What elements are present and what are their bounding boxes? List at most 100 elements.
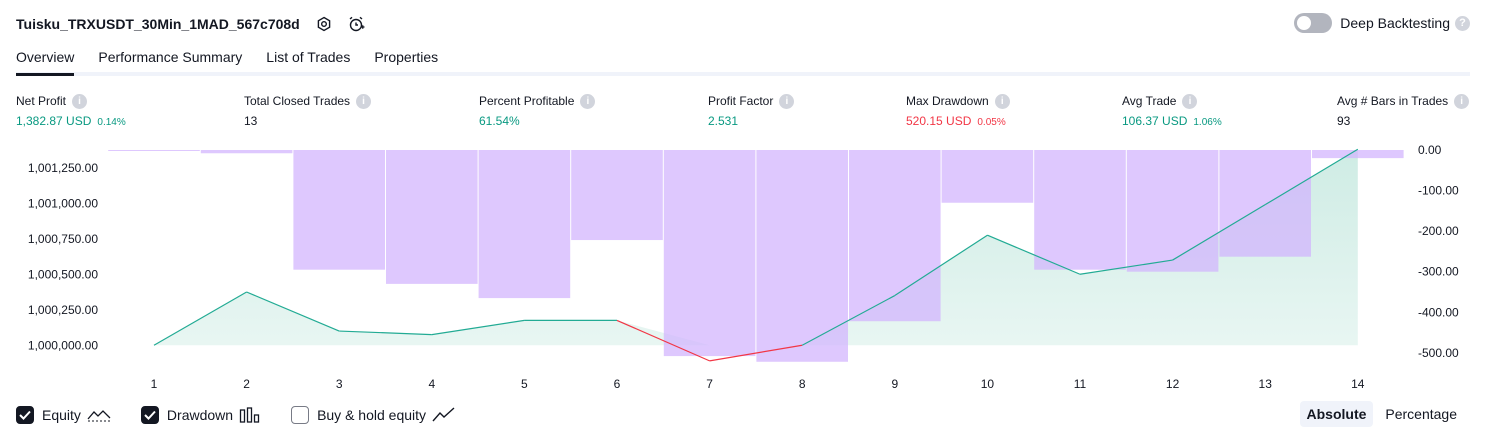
drawdown-bar (293, 150, 385, 270)
stat-label: Profit Factor (708, 94, 774, 108)
tab-list-of-trades[interactable]: List of Trades (266, 46, 350, 72)
stat-value: 61.54% (479, 114, 520, 128)
stat-label: Total Closed Trades (244, 94, 351, 108)
stat-percent: 1.06% (1193, 117, 1222, 128)
display-mode-switch: Absolute Percentage (1295, 401, 1465, 427)
x-axis-tick-label: 1 (151, 377, 158, 391)
left-axis-tick-label: 1,000,000.00 (28, 338, 98, 352)
drawdown-bar (200, 150, 293, 154)
right-axis-tick-label: -200.00 (1418, 224, 1459, 238)
settings-icon[interactable] (314, 14, 334, 34)
absolute-mode-button[interactable]: Absolute (1299, 401, 1374, 427)
drawdown-bar (386, 150, 478, 284)
drawdown-bar (1219, 150, 1311, 257)
left-axis-tick-label: 1,001,250.00 (28, 161, 98, 175)
stat-percent: 0.05% (977, 117, 1006, 128)
x-axis-tick-label: 14 (1351, 377, 1365, 391)
legend-drawdown[interactable]: Drawdown (140, 406, 261, 424)
x-axis-tick-label: 8 (799, 377, 806, 391)
left-axis-tick-label: 1,000,750.00 (28, 232, 98, 246)
legend-label: Buy & hold equity (317, 407, 427, 423)
report-header: Tuisku_TRXUSDT_30Min_1MAD_567c708d (16, 12, 366, 36)
buy-hold-checkbox[interactable] (291, 406, 310, 424)
stat-value: 13 (244, 114, 258, 128)
stat-profit-factor: Profit Factor i 2.531 (708, 93, 795, 129)
stat-label: Max Drawdown (906, 94, 989, 108)
stat-net-profit: Net Profit i 1,382.87 USD 0.14% (16, 93, 126, 129)
drawdown-checkbox[interactable] (140, 406, 159, 424)
x-axis-tick-label: 7 (706, 377, 713, 391)
toggle-knob (1297, 16, 1312, 30)
deep-backtesting-label: Deep Backtesting (1340, 15, 1450, 31)
add-alert-icon[interactable] (346, 14, 366, 34)
left-axis-tick-label: 1,001,000.00 (28, 196, 98, 210)
x-axis-tick-label: 4 (428, 377, 435, 391)
info-icon[interactable]: i (1454, 93, 1470, 109)
x-axis-tick-label: 11 (1074, 377, 1087, 391)
drawdown-bar (1126, 150, 1219, 272)
drawdown-bar (663, 150, 756, 357)
equity-drawdown-chart[interactable]: 1,001,250.00 1,001,000.00 1,000,750.00 1,00… (0, 140, 1486, 400)
info-icon[interactable]: i (72, 93, 88, 109)
tab-performance-summary[interactable]: Performance Summary (98, 46, 242, 72)
legend-label: Drawdown (166, 407, 234, 423)
stat-percent-profitable: Percent Profitable i 61.54% (479, 93, 596, 129)
stat-label: Percent Profitable (479, 94, 575, 108)
stat-max-drawdown: Max Drawdown i 520.15 USD 0.05% (906, 93, 1010, 129)
drawdown-bar (478, 150, 571, 299)
stat-percent: 0.14% (97, 117, 126, 128)
right-axis-tick-label: -400.00 (1418, 305, 1459, 319)
info-icon[interactable]: i (994, 93, 1010, 109)
drawdown-bars-icon (239, 407, 261, 423)
left-axis-tick-label: 1,000,500.00 (28, 267, 98, 281)
stat-value: 2.531 (708, 114, 739, 128)
deep-backtesting: Deep Backtesting ? (1294, 13, 1470, 33)
percentage-mode-button[interactable]: Percentage (1378, 401, 1464, 427)
help-icon[interactable]: ? (1455, 15, 1470, 31)
right-axis-tick-label: -300.00 (1418, 265, 1459, 279)
chart-legend: Equity Drawdown Buy & hold equity (16, 404, 486, 426)
info-icon[interactable]: i (356, 93, 372, 109)
stat-label: Net Profit (16, 94, 67, 108)
right-axis-tick-label: -100.00 (1418, 184, 1459, 198)
stat-value: 1,382.87 USD (16, 114, 92, 128)
equity-line-icon (87, 407, 111, 423)
info-icon[interactable]: i (580, 93, 596, 109)
drawdown-bar (1034, 150, 1126, 270)
stat-avg-bars-in-trades: Avg # Bars in Trades i 93 (1337, 93, 1470, 129)
stats-row: Net Profit i 1,382.87 USD 0.14% Total Clos… (16, 93, 1470, 133)
legend-equity[interactable]: Equity (16, 406, 111, 424)
strategy-title: Tuisku_TRXUSDT_30Min_1MAD_567c708d (16, 16, 300, 32)
legend-buy-hold-equity[interactable]: Buy & hold equity (291, 406, 456, 424)
x-axis-tick-label: 9 (891, 377, 898, 391)
stat-value: 106.37 USD (1122, 114, 1188, 128)
tab-bar: Overview Performance Summary List of Tra… (16, 46, 1470, 76)
drawdown-bar (1312, 150, 1404, 159)
x-axis-tick-label: 5 (521, 377, 528, 391)
x-axis-tick-label: 2 (243, 377, 250, 391)
tab-overview[interactable]: Overview (16, 46, 75, 76)
deep-backtesting-toggle[interactable] (1294, 13, 1333, 33)
right-axis-tick-label: 0.00 (1418, 143, 1442, 157)
x-axis-tick-label: 13 (1259, 377, 1273, 391)
info-icon[interactable]: i (779, 93, 795, 109)
x-axis-tick-label: 10 (981, 377, 995, 391)
x-axis-tick-label: 3 (336, 377, 343, 391)
x-axis-tick-label: 12 (1166, 377, 1180, 391)
drawdown-bar (941, 150, 1034, 203)
right-axis-tick-label: -500.00 (1418, 346, 1459, 360)
stat-value: 93 (1337, 114, 1351, 128)
equity-checkbox[interactable] (16, 406, 34, 424)
left-axis-tick-label: 1,000,250.00 (28, 303, 98, 317)
drawdown-bar (756, 150, 848, 362)
legend-label: Equity (42, 407, 81, 423)
tab-properties[interactable]: Properties (374, 46, 438, 72)
drawdown-bar (571, 150, 663, 241)
stat-label: Avg Trade (1122, 94, 1177, 108)
x-axis-tick-label: 6 (614, 377, 621, 391)
stat-total-closed-trades: Total Closed Trades i 13 (244, 93, 372, 129)
stat-value: 520.15 USD (906, 114, 972, 128)
drawdown-bar (108, 150, 200, 151)
buy-hold-line-icon (432, 407, 456, 423)
info-icon[interactable]: i (1182, 93, 1198, 109)
